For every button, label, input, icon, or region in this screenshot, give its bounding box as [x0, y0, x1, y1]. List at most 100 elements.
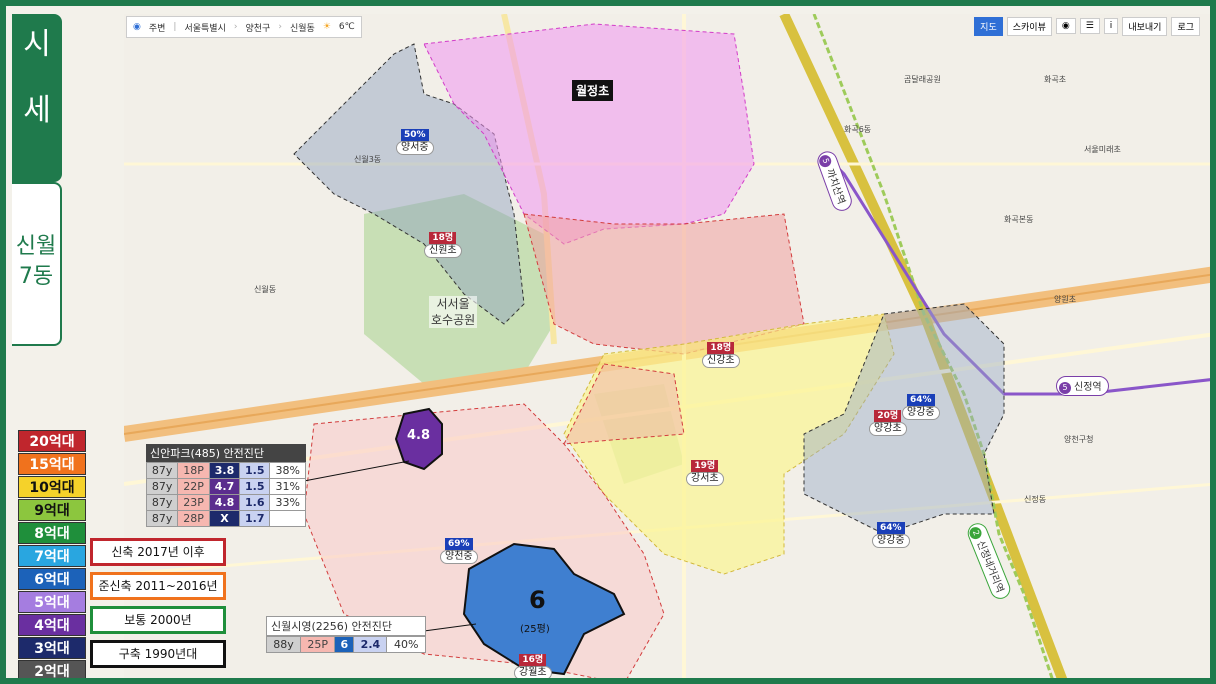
school-name: 양강중 [872, 534, 910, 548]
layers-icon[interactable]: ☰ [1079, 18, 1100, 34]
table-cell: 25P [300, 636, 336, 653]
school-marker[interactable]: 16명 강월초 [514, 654, 552, 678]
school-name: 양강초 [869, 422, 907, 436]
table-cell: 28P [177, 510, 210, 527]
table-cell: 1.7 [239, 510, 271, 527]
export-button[interactable]: 내보내기 [1122, 16, 1168, 36]
table-cell: 40% [386, 636, 426, 653]
map-label: 서울미래초 [1084, 145, 1121, 154]
school-stat: 19명 [691, 460, 719, 472]
station-sinjeong[interactable]: 5 신정역 [1056, 376, 1109, 396]
breadcrumb-district[interactable]: 양천구 [245, 21, 270, 34]
legend-4: 4억대 [18, 614, 86, 636]
table-cell: 22P [177, 478, 210, 495]
table-title: 신안파크(485) 안전진단 [146, 444, 306, 462]
table-cell: 3.8 [208, 462, 241, 479]
shinan-price-label: 4.8 [407, 428, 431, 443]
location-pin-icon[interactable]: ◉ [133, 22, 141, 32]
legend-2: 2억대 [18, 660, 86, 678]
legend-15: 15억대 [18, 453, 86, 475]
table-cell: 87y [145, 510, 179, 527]
breadcrumb-dong[interactable]: 신월동 [290, 21, 315, 34]
school-stat: 18명 [429, 232, 457, 244]
school-stat: 18명 [707, 342, 735, 354]
table-cell: 1.5 [239, 478, 271, 495]
school-marker[interactable]: 64% 양강중 [872, 522, 910, 548]
table-cell: 38% [269, 462, 306, 479]
side-tab-dong[interactable]: 신월 7동 [12, 182, 62, 346]
location-icon[interactable]: ◉ [1055, 18, 1076, 34]
build-legend-semi-new: 준신축 2011~2016년 [90, 572, 226, 600]
station-name: 신정역 [1074, 382, 1102, 393]
map-controls: 지도 스카이뷰 ◉ ☰ i 내보내기 로그 [974, 16, 1200, 36]
info-icon[interactable]: i [1103, 18, 1119, 34]
map-label: 신정동 [1024, 495, 1047, 504]
school-stat: 16명 [519, 654, 547, 666]
school-marker[interactable]: 64% 양강중 [902, 394, 940, 420]
table-cell: 87y [145, 462, 179, 479]
build-legend-normal: 보통 2000년 [90, 606, 226, 634]
park-label: 서서울 호수공원 [429, 296, 478, 328]
table-cell: 4.7 [208, 478, 241, 495]
school-marker[interactable]: 50% 양서중 [396, 129, 434, 155]
side-tab-char: 7동 [18, 264, 54, 289]
map-label: 화곡6동 [844, 125, 872, 134]
legend-20: 20억대 [18, 430, 86, 452]
table-title: 신월시영(2256) 안전진단 [266, 616, 426, 636]
legend-5: 5억대 [18, 591, 86, 613]
legend-10: 10억대 [18, 476, 86, 498]
weather-temp: 6℃ [338, 22, 355, 32]
skyview-button[interactable]: 스카이뷰 [1006, 16, 1052, 36]
logo-text: 로그 [1171, 16, 1200, 36]
map-toolbar: ◉ 주변 | 서울특별시 › 양천구 › 신월동 ☀ 6℃ [126, 16, 362, 38]
table-cell: 87y [145, 494, 179, 511]
school-name: 양서중 [396, 141, 434, 155]
table-cell: 1.5 [239, 462, 271, 479]
table-row: 87y 22P 4.7 1.5 31% [145, 478, 306, 495]
school-marker[interactable]: 69% 양천중 [440, 538, 478, 564]
nav-label[interactable]: 주변 [149, 21, 166, 34]
table-cell: 23P [177, 494, 210, 511]
table-row: 88y 25P 6 2.4 40% [265, 636, 426, 653]
school-marker[interactable]: 19명 강서초 [686, 460, 724, 486]
map-label: 화곡초 [1044, 75, 1067, 84]
school-marker[interactable]: 18명 신강초 [702, 342, 740, 368]
table-row: 87y 18P 3.8 1.5 38% [145, 462, 306, 479]
map-label: 양천구청 [1064, 435, 1094, 444]
map-canvas[interactable]: 신월3동 화곡6동 화곡본동 신월동 신정동 양천구청 서울미래초 양원초 화곡… [124, 14, 1210, 678]
siyoung-safety-table: 신월시영(2256) 안전진단 88y 25P 6 2.4 40% [265, 616, 426, 653]
school-name: 강월초 [514, 666, 552, 678]
side-tab-char: 신월 [15, 234, 57, 259]
map-label: 곰달래공원 [904, 75, 941, 84]
line-number-icon: 5 [1059, 382, 1071, 394]
legend-9: 9억대 [18, 499, 86, 521]
shinan-safety-table: 신안파크(485) 안전진단 87y 18P 3.8 1.5 38% 87y 2… [145, 444, 306, 527]
line-number-icon: 5 [817, 153, 833, 169]
map-label: 신월3동 [354, 155, 382, 164]
school-stat: 50% [401, 129, 429, 141]
school-name: 양천중 [440, 550, 478, 564]
map-label: 신월동 [254, 285, 277, 294]
school-name: 강서초 [686, 472, 724, 486]
table-cell: 88y [265, 636, 302, 653]
table-cell: 2.4 [353, 636, 388, 653]
wolj-school-label: 월정초 [572, 80, 614, 101]
table-cell: 4.8 [208, 494, 241, 511]
build-legend-old: 구축 1990년대 [90, 640, 226, 668]
legend-8: 8억대 [18, 522, 86, 544]
school-name: 신강초 [702, 354, 740, 368]
map-view-button[interactable]: 지도 [974, 16, 1003, 36]
side-tab-char: 시 [23, 27, 51, 62]
table-cell: 33% [269, 494, 306, 511]
table-cell: 1.6 [239, 494, 271, 511]
school-name: 양강중 [902, 406, 940, 420]
frame: 신월3동 화곡6동 화곡본동 신월동 신정동 양천구청 서울미래초 양원초 화곡… [0, 0, 1216, 684]
legend-3: 3억대 [18, 637, 86, 659]
side-tab-market-price[interactable]: 시 세 [12, 14, 62, 182]
school-marker[interactable]: 18명 신원초 [424, 232, 462, 258]
school-marker[interactable]: 20명 양강초 [869, 410, 907, 436]
table-cell: 87y [145, 478, 179, 495]
price-legend: 20억대 15억대 10억대 9억대 8억대 7억대 6억대 5억대 4억대 3… [18, 430, 86, 678]
legend-6: 6억대 [18, 568, 86, 590]
breadcrumb-city[interactable]: 서울특별시 [184, 21, 225, 34]
